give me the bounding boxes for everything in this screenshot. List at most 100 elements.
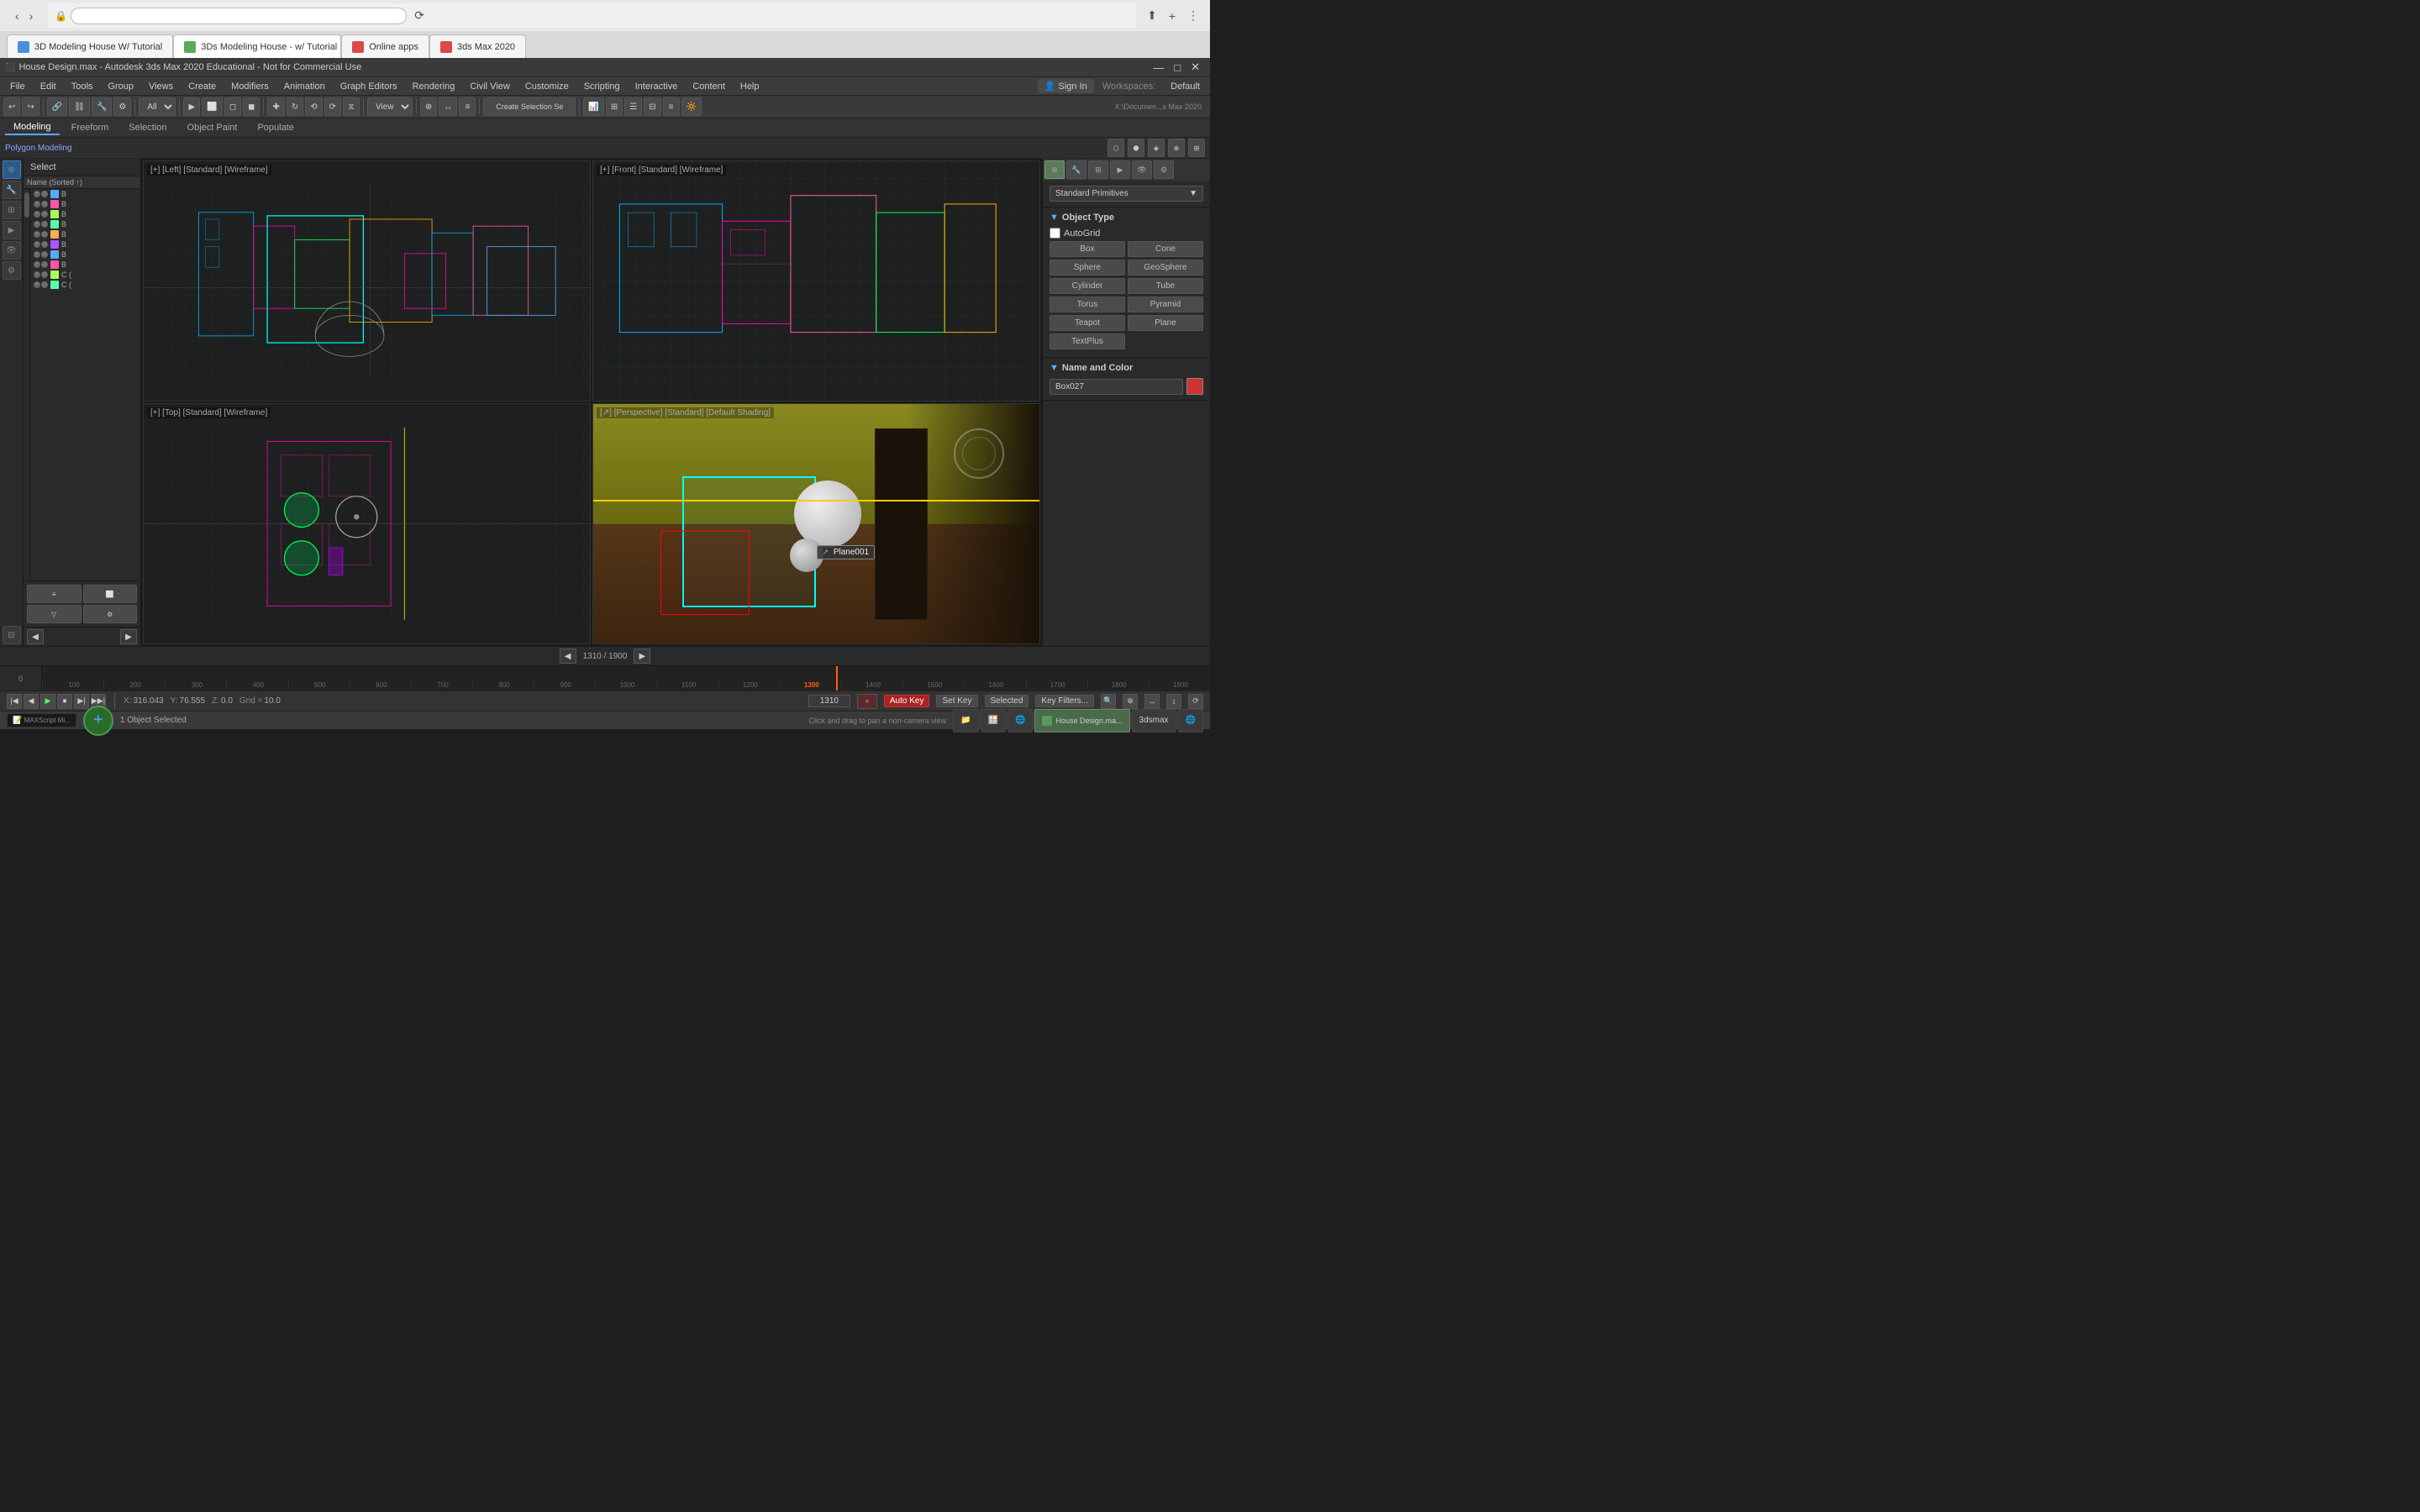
new-tab-button[interactable]: + xyxy=(1165,7,1180,24)
btn-sphere[interactable]: Sphere xyxy=(1050,260,1125,276)
layer-button[interactable]: ≡ xyxy=(663,97,680,116)
btn-cylinder[interactable]: Cylinder xyxy=(1050,278,1125,294)
tab-freeform[interactable]: Freeform xyxy=(63,121,118,134)
filter-dropdown[interactable]: All xyxy=(139,97,176,116)
poly-tool-4[interactable]: ⊕ xyxy=(1168,139,1185,157)
menu-help[interactable]: Help xyxy=(734,80,766,93)
share-button[interactable]: ⬆ xyxy=(1143,7,1161,24)
poly-tool-1[interactable]: ⬡ xyxy=(1107,139,1124,157)
bind2-button[interactable]: ⚙ xyxy=(113,97,131,116)
btn-textplus[interactable]: TextPlus xyxy=(1050,333,1125,349)
menu-civil-view[interactable]: Civil View xyxy=(463,80,516,93)
menu-group[interactable]: Group xyxy=(101,80,140,93)
table-button[interactable]: ⊞ xyxy=(606,97,623,116)
rp-tab-create[interactable]: ⊕ xyxy=(1044,160,1065,179)
timeline-playhead[interactable] xyxy=(836,666,838,690)
menu-content[interactable]: Content xyxy=(686,80,732,93)
undo-button[interactable]: ↩ xyxy=(3,97,20,116)
list-item[interactable]: • □ B xyxy=(30,229,140,239)
prev-viewport-button[interactable]: ◀ xyxy=(560,648,576,664)
menu-file[interactable]: File xyxy=(3,80,32,93)
viewport-front[interactable]: [+] [Front] [Standard] [Wireframe] xyxy=(592,160,1040,402)
address-input[interactable]: wcpss-samphire.cameyo.net xyxy=(71,8,407,24)
poly-tool-3[interactable]: ◈ xyxy=(1148,139,1165,157)
list-item[interactable]: • □ B xyxy=(30,249,140,260)
list-item[interactable]: • □ B xyxy=(30,189,140,199)
btn-box[interactable]: Box xyxy=(1050,241,1125,257)
graph-button[interactable]: 📊 xyxy=(583,97,603,116)
list-scrollbar-thumb[interactable] xyxy=(24,192,29,218)
viewport-nav-1[interactable]: ⊕ xyxy=(1123,694,1138,709)
rp-tab-hierarchy[interactable]: ⊞ xyxy=(1088,160,1108,179)
taskbar-house-design[interactable]: House Design.ma... xyxy=(1034,709,1129,732)
add-key-button[interactable]: + xyxy=(857,694,877,709)
timeline-ruler[interactable]: 100 200 300 400 500 600 700 800 900 1000… xyxy=(42,666,1210,690)
list-item[interactable]: • □ C ( xyxy=(30,270,140,280)
next-page-button[interactable]: ▶ xyxy=(120,629,137,644)
browser-menu-button[interactable]: ⋮ xyxy=(1183,7,1203,24)
render-button[interactable]: 🔆 xyxy=(681,97,702,116)
move-button[interactable]: ✚ xyxy=(267,97,284,116)
btn-tube[interactable]: Tube xyxy=(1128,278,1203,294)
tab-object-paint[interactable]: Object Paint xyxy=(179,121,246,134)
tab-3d-modeling[interactable]: 3D Modeling House W/ Tutorial xyxy=(7,34,173,58)
menu-modifiers[interactable]: Modifiers xyxy=(224,80,276,93)
nav-icon-create[interactable]: ⊕ xyxy=(3,160,21,179)
menu-tools[interactable]: Tools xyxy=(65,80,100,93)
tab-selection[interactable]: Selection xyxy=(120,121,175,134)
align-button[interactable]: ≡ xyxy=(459,97,476,116)
list-btn-1[interactable]: ≡ xyxy=(27,585,82,603)
key-filters-button[interactable]: Key Filters... xyxy=(1035,695,1094,707)
menu-scripting[interactable]: Scripting xyxy=(577,80,627,93)
tab-populate[interactable]: Populate xyxy=(249,121,302,134)
btn-plane[interactable]: Plane xyxy=(1128,315,1203,331)
menu-rendering[interactable]: Rendering xyxy=(406,80,462,93)
rp-tab-modify[interactable]: 🔧 xyxy=(1066,160,1086,179)
prev-frame-button[interactable]: ◀ xyxy=(24,694,39,709)
rotate-button[interactable]: ↻ xyxy=(287,97,303,116)
rp-tab-display[interactable]: 👁 xyxy=(1132,160,1152,179)
taskbar-browser[interactable]: 🌐 xyxy=(1007,709,1033,732)
tab-3dsmax-2020[interactable]: 3ds Max 2020 xyxy=(429,34,526,58)
sort-dropdown[interactable]: Name (Sorted ↑) xyxy=(24,176,140,189)
tab-3ds-modeling[interactable]: 3Ds Modeling House - w/ Tutorial (MTV Cr… xyxy=(173,34,341,58)
minimize-button[interactable]: — xyxy=(1148,60,1169,75)
menu-animation[interactable]: Animation xyxy=(277,80,332,93)
mirror2-button[interactable]: ↔ xyxy=(439,97,457,116)
search-button[interactable]: 🔍 xyxy=(1101,694,1116,709)
forward-button[interactable]: › xyxy=(26,8,37,24)
autogrid-checkbox[interactable] xyxy=(1050,228,1060,239)
list-item[interactable]: • □ B xyxy=(30,199,140,209)
btn-cone[interactable]: Cone xyxy=(1128,241,1203,257)
tab-online-apps[interactable]: Online apps xyxy=(341,34,429,58)
next-frame-button[interactable]: ▶| xyxy=(74,694,89,709)
btn-teapot[interactable]: Teapot xyxy=(1050,315,1125,331)
list-item[interactable]: • □ C ( xyxy=(30,280,140,290)
poly-tool-2[interactable]: ⬢ xyxy=(1128,139,1144,157)
rp-tab-motion[interactable]: ▶ xyxy=(1110,160,1130,179)
unlink-button[interactable]: ⛓ xyxy=(69,97,90,116)
sign-in-button[interactable]: 👤 Sign In xyxy=(1038,79,1094,93)
workspaces-dropdown[interactable]: Default xyxy=(1164,80,1207,93)
rect-select-button[interactable]: ⬜ xyxy=(202,97,222,116)
link-button[interactable]: 🔗 xyxy=(47,97,67,116)
nav-icon-display[interactable]: 👁 xyxy=(3,241,21,260)
btn-geosphere[interactable]: GeoSphere xyxy=(1128,260,1203,276)
list-item[interactable]: • □ B xyxy=(30,209,140,219)
viewport-left[interactable]: [+] [Left] [Standard] [Wireframe] xyxy=(143,160,591,402)
poly-tool-5[interactable]: ⊞ xyxy=(1188,139,1205,157)
view-dropdown[interactable]: View xyxy=(367,97,413,116)
menu-views[interactable]: Views xyxy=(142,80,180,93)
list-btn-2[interactable]: ⬜ xyxy=(83,585,138,603)
viewport-perspective[interactable]: [↗] [Perspective] [Standard] [Default Sh… xyxy=(592,403,1040,644)
btn-pyramid[interactable]: Pyramid xyxy=(1128,297,1203,312)
reload-button[interactable]: ⟳ xyxy=(410,7,429,24)
stop-button[interactable]: ⏹ xyxy=(57,694,72,709)
maximize-button[interactable]: □ xyxy=(1169,60,1186,75)
add-object-button[interactable]: + xyxy=(83,706,113,736)
nav-icon-hierarchy[interactable]: ⊞ xyxy=(3,201,21,219)
bind-button[interactable]: 🔧 xyxy=(92,97,112,116)
rp-tab-utilities[interactable]: ⚙ xyxy=(1154,160,1174,179)
tab-modeling[interactable]: Modeling xyxy=(5,120,60,135)
btn-torus[interactable]: Torus xyxy=(1050,297,1125,312)
